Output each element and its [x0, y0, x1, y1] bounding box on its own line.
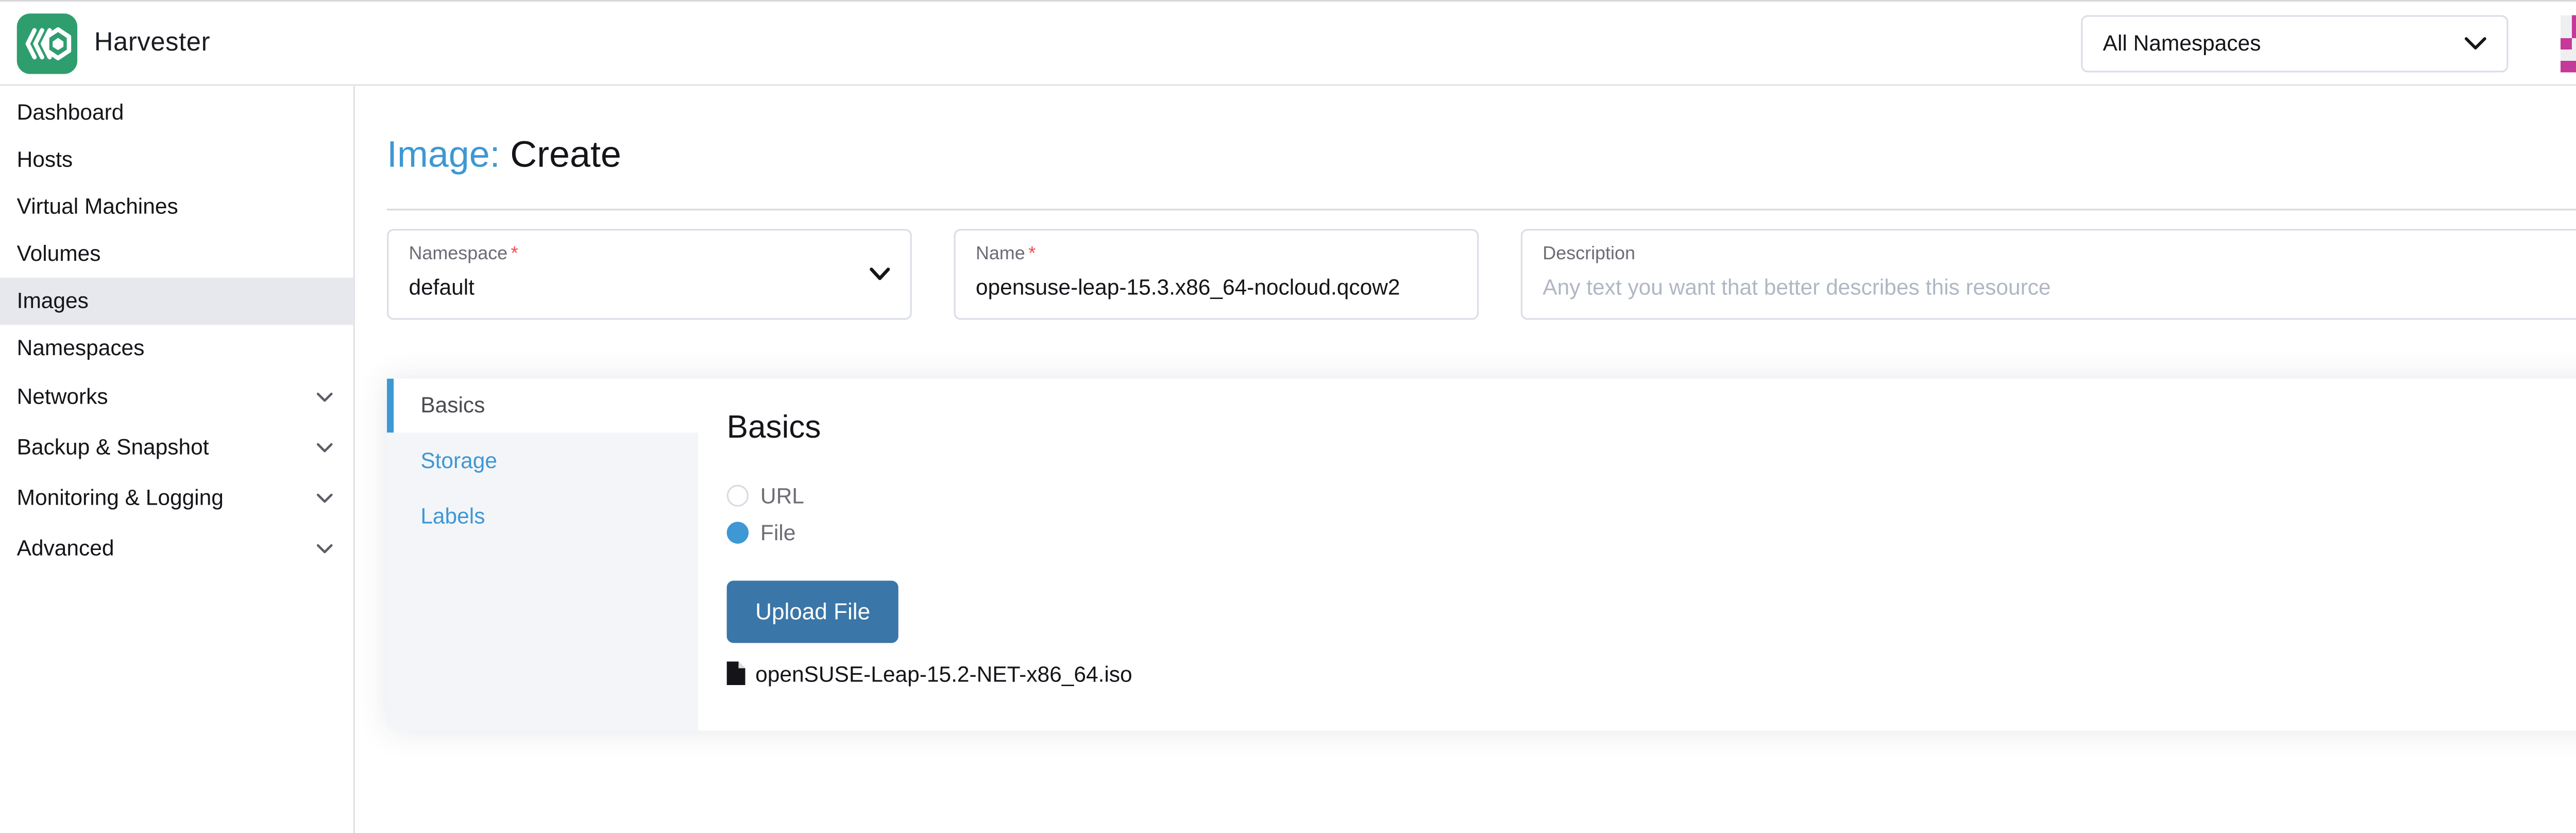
namespace-label: Namespace* [409, 242, 890, 266]
description-label: Description [1543, 242, 2576, 266]
name-label: Name* [976, 242, 1457, 266]
sidebar-group-monitoring-logging[interactable]: Monitoring & Logging [0, 473, 353, 524]
page-title-action: Create [510, 133, 621, 175]
file-icon [727, 661, 745, 685]
namespace-filter-dropdown[interactable]: All Namespaces [2081, 14, 2508, 72]
selected-file-name: openSUSE-Leap-15.2-NET-x86_64.iso [755, 661, 1132, 686]
name-field[interactable]: Name* [954, 229, 1479, 320]
page-title: Image:Create [387, 131, 2576, 178]
panel-heading: Basics [727, 409, 2572, 447]
description-input[interactable] [1543, 273, 2576, 303]
sidebar-group-backup-snapshot[interactable]: Backup & Snapshot [0, 423, 353, 473]
sidebar-item-hosts[interactable]: Hosts [0, 136, 353, 183]
radio-label: URL [760, 482, 804, 508]
main-content: Image:Create Namespace* default Name* [355, 86, 2576, 833]
namespace-select[interactable]: Namespace* default [387, 229, 912, 320]
source-option-url[interactable]: URL [727, 476, 2572, 513]
sidebar-group-label: Advanced [17, 535, 114, 560]
app-title: Harvester [94, 28, 210, 58]
page-title-resource: Image: [387, 133, 500, 175]
chevron-down-icon [2465, 36, 2486, 49]
harvester-logo-icon [17, 12, 78, 73]
required-asterisk: * [1028, 244, 1036, 264]
chevron-down-icon [316, 493, 333, 504]
sidebar-item-images[interactable]: Images [0, 278, 353, 325]
harvester-app: Harvester All Namespaces [0, 0, 2576, 833]
sidebar-item-namespaces[interactable]: Namespaces [0, 325, 353, 372]
tab-basics[interactable]: Basics [387, 379, 698, 432]
namespace-value: default [409, 271, 890, 305]
chevron-down-icon [316, 392, 333, 403]
sidebar-group-advanced[interactable]: Advanced [0, 524, 353, 574]
tab-labels[interactable]: Labels [387, 488, 698, 544]
radio-checked-icon[interactable] [727, 521, 749, 543]
name-input[interactable] [976, 273, 1457, 303]
namespace-filter-value: All Namespaces [2103, 30, 2261, 56]
tab-list: Basics Storage Labels [387, 379, 698, 730]
sidebar-group-networks[interactable]: Networks [0, 372, 353, 423]
basics-panel: Basics URL File Upload File [698, 379, 2576, 730]
title-divider [387, 209, 2576, 210]
selected-file-row: openSUSE-Leap-15.2-NET-x86_64.iso [727, 658, 2572, 689]
chevron-down-icon [316, 544, 333, 554]
chevron-down-icon [316, 443, 333, 453]
user-avatar[interactable] [2561, 14, 2576, 72]
sidebar-group-label: Monitoring & Logging [17, 485, 224, 510]
radio-unchecked-icon[interactable] [727, 484, 749, 506]
description-field[interactable]: Description [1521, 229, 2576, 320]
sidebar-item-virtual-machines[interactable]: Virtual Machines [0, 184, 353, 230]
chevron-down-icon [870, 268, 890, 281]
tab-storage[interactable]: Storage [387, 432, 698, 488]
side-navigation: Dashboard Hosts Virtual Machines Volumes… [0, 86, 355, 833]
sidebar-item-volumes[interactable]: Volumes [0, 230, 353, 277]
sidebar-group-label: Networks [17, 384, 108, 409]
source-option-file[interactable]: File [727, 513, 2572, 551]
radio-label: File [760, 519, 795, 544]
metadata-form-row: Namespace* default Name* Description [387, 229, 2576, 320]
sidebar-item-dashboard[interactable]: Dashboard [0, 89, 353, 136]
required-asterisk: * [511, 244, 518, 264]
sidebar-group-label: Backup & Snapshot [17, 434, 209, 459]
top-header: Harvester All Namespaces [0, 2, 2576, 86]
create-image-card: Basics Storage Labels Basics URL File Up… [387, 379, 2576, 730]
upload-file-button[interactable]: Upload File [727, 581, 899, 643]
